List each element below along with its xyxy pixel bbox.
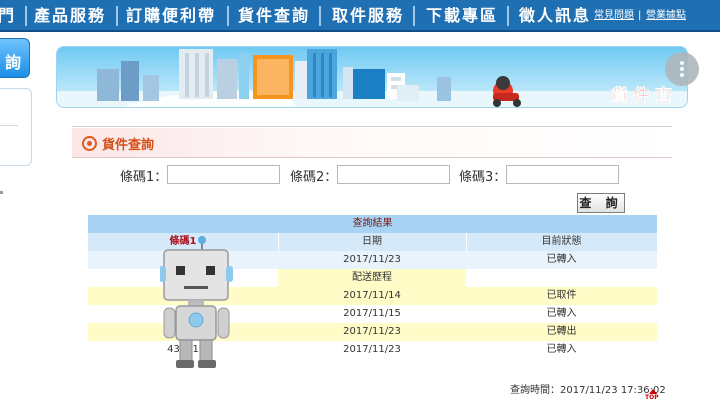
nav-separator: [116, 6, 118, 26]
nav-separator: [507, 6, 509, 26]
history-status: 已轉入: [546, 344, 577, 355]
faq-link[interactable]: 常見問題: [594, 0, 634, 32]
nav-item-partial[interactable]: 門: [0, 0, 16, 32]
locations-link[interactable]: 營業據點: [646, 0, 686, 32]
history-date: 2017/11/15: [343, 308, 401, 319]
page-root: 門 產品服務 訂購便利帶 貨件查詢 取件服務 下載專區 徵人訊息 常見問題 | …: [0, 0, 720, 405]
barcode2-input[interactable]: [337, 165, 450, 184]
sidebar-panel: [0, 88, 32, 166]
summary-status: 已轉入: [546, 254, 577, 265]
summary-date: 2017/11/23: [343, 254, 401, 265]
nav-item-tracking[interactable]: 貨件查詢: [238, 0, 310, 32]
nav-item-pickup[interactable]: 取件服務: [332, 0, 404, 32]
barcode1-input[interactable]: [167, 165, 280, 184]
results-title-row: 查詢結果: [88, 215, 657, 233]
header-date: 日期: [362, 236, 382, 247]
history-status: 已取件: [546, 290, 577, 301]
city-skyline-illustration: [57, 49, 687, 107]
query-button[interactable]: 查 詢: [577, 193, 625, 213]
back-to-top-link[interactable]: TOP: [645, 394, 659, 401]
more-vertical-icon[interactable]: [665, 52, 699, 86]
section-top-rule: [72, 126, 672, 127]
nav-item-products[interactable]: 產品服務: [34, 0, 106, 32]
sidebar-dot: [0, 191, 3, 194]
nav-item-careers[interactable]: 徵人訊息: [519, 0, 591, 32]
sidebar-divider: [0, 125, 18, 126]
history-date: 2017/11/23: [343, 344, 401, 355]
barcode3-label: 條碼3：: [459, 170, 507, 185]
robot-mascot-icon: [160, 236, 233, 368]
nav-separator: [319, 6, 321, 26]
sidebar-tab-label: 詢: [4, 53, 21, 72]
col-divider: [278, 233, 279, 251]
nav-link-separator: |: [638, 10, 642, 21]
col-divider: [466, 233, 467, 251]
section-title: 貨件查詢: [102, 138, 155, 153]
nav-item-downloads[interactable]: 下載專區: [426, 0, 498, 32]
barcode2-label: 條碼2：: [290, 170, 338, 185]
nav-separator: [227, 6, 229, 26]
history-status: 已轉入: [546, 308, 577, 319]
nav-separator: [413, 6, 415, 26]
query-timestamp: 查詢時間：2017/11/23 17:36:02: [510, 385, 666, 396]
nav-separator: [25, 6, 27, 26]
history-date: 2017/11/14: [343, 290, 401, 301]
banner: 貨件查詢: [56, 46, 688, 108]
barcode3-input[interactable]: [506, 165, 619, 184]
section-header: [72, 128, 672, 158]
nav-item-order-belt[interactable]: 訂購便利帶: [126, 0, 216, 32]
top-nav: 門 產品服務 訂購便利帶 貨件查詢 取件服務 下載專區 徵人訊息 常見問題 | …: [0, 0, 720, 32]
header-status: 目前狀態: [541, 236, 582, 247]
history-title: 配送歷程: [278, 269, 466, 287]
history-status: 已轉出: [546, 326, 577, 337]
radio-target-icon: [82, 136, 97, 151]
results-title: 查詢結果: [352, 218, 393, 229]
sidebar-tab-tracking[interactable]: 詢: [0, 38, 30, 78]
history-date: 2017/11/23: [343, 326, 401, 337]
barcode1-label: 條碼1：: [120, 170, 168, 185]
